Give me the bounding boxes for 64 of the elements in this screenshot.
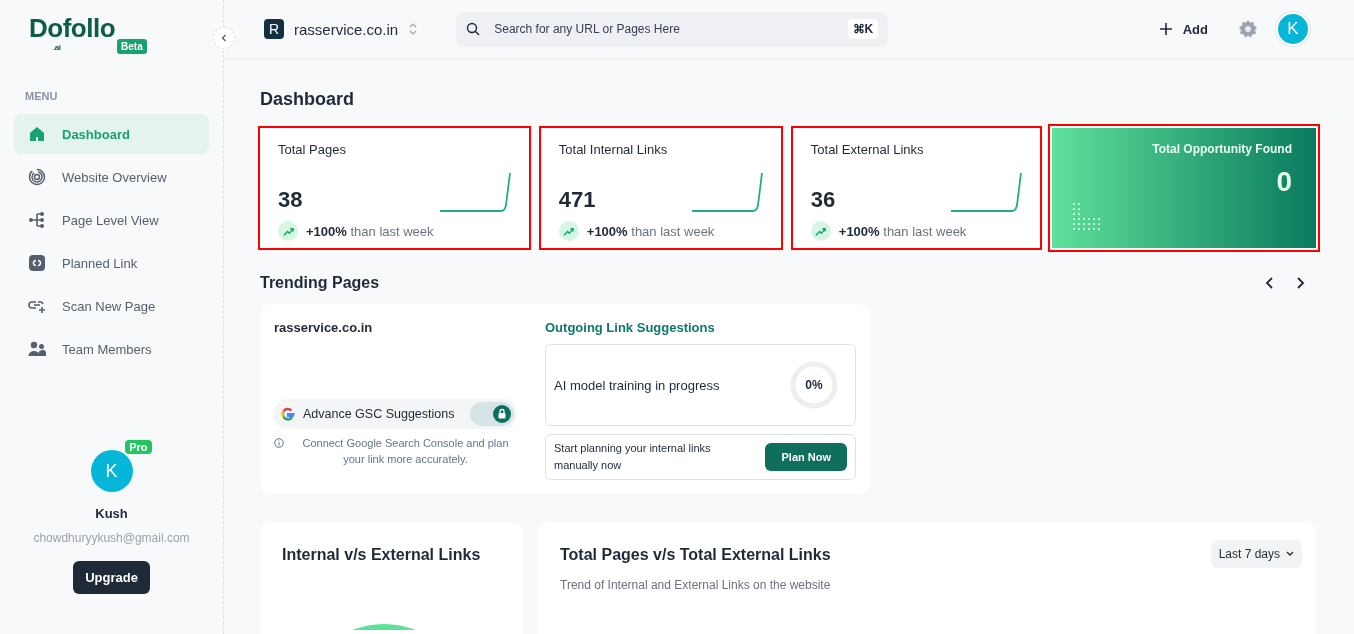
- stat-value: 36: [810, 187, 836, 213]
- link-icon: [28, 254, 46, 272]
- stat-value: 0: [1276, 166, 1292, 198]
- change-text: +100% than last week: [306, 223, 434, 239]
- beta-badge: Beta: [117, 39, 147, 54]
- progress-value: 0%: [805, 378, 823, 392]
- change-text: +100% than last week: [586, 223, 715, 239]
- user-name: Kush: [95, 506, 128, 521]
- site-name: rasservice.co.in: [274, 320, 374, 335]
- stat-title: Total Internal Links: [558, 142, 669, 157]
- sparkline: [950, 171, 1022, 213]
- chevron-down-icon: [1286, 551, 1294, 557]
- card-title: Total Pages v/s Total External Links: [560, 546, 831, 564]
- trend-up-icon: [810, 221, 831, 241]
- trend-up-icon: [558, 221, 579, 241]
- page-title: Dashboard: [260, 89, 356, 110]
- section-title: Trending Pages: [260, 274, 380, 292]
- lock-icon: [493, 405, 511, 423]
- donut-drawing: [352, 622, 416, 630]
- upgrade-button[interactable]: Upgrade: [73, 561, 150, 594]
- plus-icon: [1158, 22, 1173, 36]
- home-icon: [28, 125, 46, 143]
- stat-title: Total External Links: [810, 142, 925, 157]
- sidebar-item[interactable]: Scan New Page: [14, 286, 209, 326]
- search-icon: [466, 22, 481, 36]
- range-dropdown[interactable]: Last 7 days: [1210, 540, 1302, 568]
- google-icon: [280, 406, 296, 422]
- sidebar-item[interactable]: Website Overview: [14, 157, 209, 197]
- sidebar-item[interactable]: Page Level View: [14, 200, 209, 240]
- sort-icon: [408, 22, 419, 36]
- search-bar[interactable]: Search for any URL or Pages Here ⌘K: [456, 11, 889, 47]
- user-email: chowdhuryykush@gmail.com: [33, 531, 190, 545]
- rings-icon: [28, 168, 46, 186]
- search-field[interactable]: Search for any URL or Pages Here: [492, 21, 836, 37]
- sidebar-item[interactable]: Team Members: [14, 329, 209, 369]
- trend-up-icon: [278, 221, 298, 241]
- sidebar-item[interactable]: Planned Link: [14, 243, 209, 283]
- stat-value: 471: [558, 187, 596, 213]
- dots-pattern-icon: [1072, 202, 1102, 232]
- gsc-note: Connect Google Search Console and plan your link more accurately.: [301, 436, 510, 467]
- suggestions-title: Outgoing Link Suggestions: [545, 320, 716, 335]
- add-button[interactable]: Add: [1152, 20, 1214, 38]
- tree-icon: [28, 211, 46, 229]
- shortcut-key: ⌘K: [847, 19, 879, 39]
- pro-badge: Pro: [125, 440, 152, 454]
- gsc-label: Advance GSC Suggestions: [303, 407, 455, 421]
- user-avatar: K: [90, 450, 133, 492]
- chevron-left-icon: [220, 34, 228, 42]
- card-title: Internal v/s External Links: [282, 546, 481, 564]
- lock-toggle[interactable]: [470, 402, 514, 426]
- stat-title: Total Opportunity Found: [1152, 142, 1292, 156]
- team-icon: [28, 340, 46, 358]
- training-text: AI model training in progress: [554, 377, 720, 393]
- info-icon: [274, 438, 284, 448]
- site-selector[interactable]: R rasservice.co.in: [264, 19, 419, 39]
- plan-text: Start planning your internal links manually now: [554, 441, 712, 473]
- logo: Dofollo .ai: [29, 12, 116, 52]
- card-subtitle: Trend of Internal and External Links on the website: [560, 578, 832, 592]
- menu-label: MENU: [25, 90, 59, 102]
- stat-value: 38: [278, 187, 303, 213]
- stat-title: Total Pages: [278, 142, 347, 157]
- collapse-button[interactable]: [213, 27, 235, 49]
- change-text: +100% than last week: [838, 223, 967, 239]
- plan-now-button[interactable]: Plan Now: [765, 443, 847, 471]
